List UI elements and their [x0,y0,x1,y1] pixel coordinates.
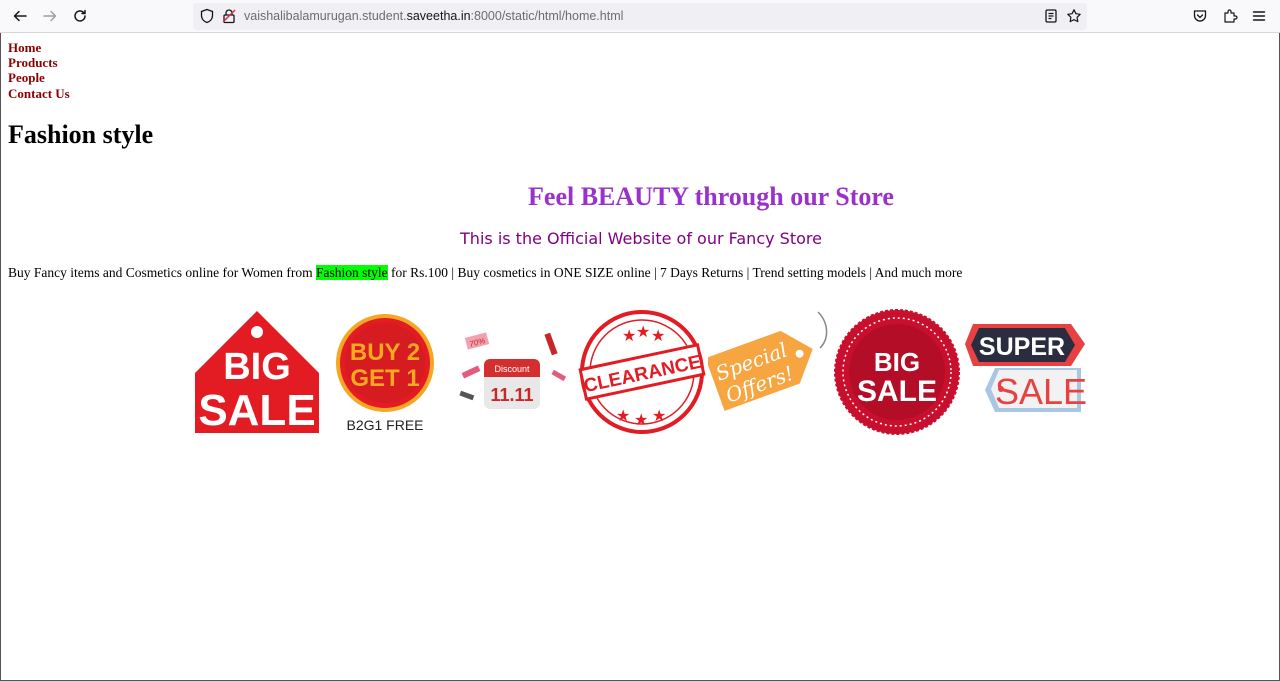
svg-text:★: ★ [634,410,648,429]
svg-text:SUPER: SUPER [979,333,1065,361]
big-sale-seal-image: BIG SALE [834,309,960,435]
url-text: vaishalibalamurugan.student.saveetha.in:… [244,9,624,23]
svg-text:B2G1 FREE: B2G1 FREE [346,417,423,433]
svg-text:SALE: SALE [995,371,1087,412]
extensions-button[interactable] [1218,4,1242,28]
nav-link-people[interactable]: People [8,70,70,85]
forward-arrow-icon [43,10,57,22]
svg-text:★: ★ [636,322,650,341]
svg-text:★: ★ [616,406,630,425]
page-content: Home Products People Contact Us Fashion … [0,33,1280,681]
store-description: Buy Fancy items and Cosmetics online for… [8,265,962,281]
nav-link-products[interactable]: Products [8,55,70,70]
site-nav: Home Products People Contact Us [8,40,70,101]
svg-text:11.11: 11.11 [490,385,533,405]
svg-text:SALE: SALE [857,375,937,408]
page-title: Fashion style [8,120,154,149]
svg-text:BUY 2: BUY 2 [350,339,420,366]
browser-toolbar: vaishalibalamurugan.student.saveetha.in:… [0,0,1280,33]
puzzle-icon [1224,9,1238,23]
reload-button[interactable] [68,4,92,28]
discount-11-11-image: 70% Discount 11.11 [456,323,570,419]
svg-text:★: ★ [651,326,665,345]
svg-text:★: ★ [622,326,636,345]
pocket-button[interactable] [1188,4,1212,28]
address-bar[interactable]: vaishalibalamurugan.student.saveetha.in:… [193,3,1087,30]
official-website-text: This is the Official Website of our Fanc… [460,229,822,248]
shield-icon[interactable] [199,8,215,24]
big-sale-tag-image: BIG SALE [194,309,320,435]
forward-button[interactable] [38,4,62,28]
nav-link-contact-us[interactable]: Contact Us [8,86,70,101]
svg-text:BIG: BIG [874,347,920,377]
store-tagline: Feel BEAUTY through our Store [528,182,894,211]
svg-text:GET 1: GET 1 [350,365,419,392]
insecure-lock-icon[interactable] [221,8,237,24]
nav-link-home[interactable]: Home [8,40,70,55]
bookmark-star-icon[interactable] [1066,8,1082,24]
description-text-rest: for Rs.100 | Buy cosmetics in ONE SIZE o… [387,265,963,280]
highlighted-store-name: Fashion style [316,265,388,280]
reload-icon [74,9,86,22]
back-button[interactable] [8,4,32,28]
svg-text:Discount: Discount [494,364,530,374]
back-arrow-icon [13,10,27,22]
svg-text:★: ★ [652,406,666,425]
special-offers-tag-image: Special Offers! [708,308,834,430]
pocket-icon [1193,10,1207,22]
description-text: Buy Fancy items and Cosmetics online for… [8,265,316,280]
clearance-stamp-image: ★ ★ ★ ★ ★ ★ CLEARANCE [578,309,706,435]
reader-view-icon[interactable] [1043,8,1059,24]
svg-text:SALE: SALE [198,386,315,435]
super-sale-image: SUPER SALE [965,324,1087,420]
menu-button[interactable] [1247,4,1271,28]
buy2-get1-image: BUY 2 GET 1 B2G1 FREE [334,314,438,436]
hamburger-menu-icon [1252,11,1266,21]
svg-text:BIG: BIG [223,346,291,388]
